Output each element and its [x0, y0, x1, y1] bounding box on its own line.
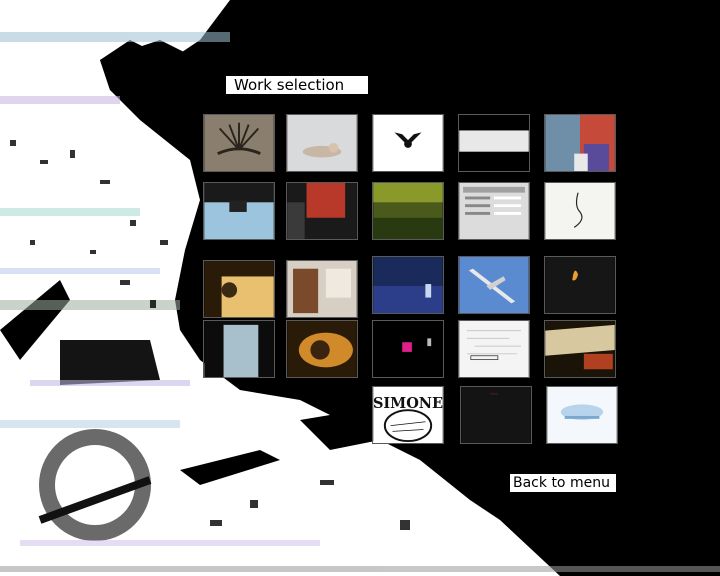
bird-silhouette-thumbnail-image: [373, 115, 443, 171]
work-thumbnail[interactable]: [286, 320, 358, 378]
sketch-figure-thumbnail-image: [545, 183, 615, 239]
night-figure-thumbnail-image: [373, 257, 443, 313]
work-thumbnail[interactable]: [372, 182, 444, 240]
colorful-building-thumbnail-image: [545, 115, 615, 171]
pink-square-thumbnail-image: [373, 321, 443, 377]
work-thumbnail[interactable]: [458, 320, 530, 378]
work-thumbnail[interactable]: [372, 256, 444, 314]
page-title: Work selection: [226, 76, 368, 94]
back-to-menu-button[interactable]: Back to menu: [510, 474, 616, 492]
work-thumbnail[interactable]: [286, 182, 358, 240]
green-wall-thumbnail-image: [373, 183, 443, 239]
work-thumbnail[interactable]: [286, 114, 358, 172]
work-thumbnail[interactable]: [544, 114, 616, 172]
work-thumbnail[interactable]: [203, 114, 275, 172]
work-thumbnail[interactable]: [372, 114, 444, 172]
red-interior-thumbnail-image: [287, 183, 357, 239]
pale-panel-thumbnail-image: [204, 321, 274, 377]
work-thumbnail[interactable]: [458, 182, 530, 240]
simone-logo-text: SIMONE: [373, 395, 443, 412]
work-thumbnail[interactable]: [544, 256, 616, 314]
software-dialog-thumbnail-image: [459, 183, 529, 239]
work-thumbnail[interactable]: [458, 114, 530, 172]
room-doorway-thumbnail-image: [287, 261, 357, 317]
maze-sketch-thumbnail-image: [459, 321, 529, 377]
baby-photo-thumbnail-image: [287, 115, 357, 171]
white-band-thumbnail-image: [459, 115, 529, 171]
flame-dark-thumbnail-image: [545, 257, 615, 313]
work-thumbnail[interactable]: [544, 320, 616, 378]
work-thumbnail[interactable]: [544, 182, 616, 240]
ornament-thumbnail-image: [204, 115, 274, 171]
work-thumbnail[interactable]: SIMONE: [372, 386, 444, 444]
work-thumbnail[interactable]: [546, 386, 618, 444]
device-on-blue-thumbnail-image: [204, 183, 274, 239]
work-thumbnail[interactable]: [203, 320, 275, 378]
dark-frame-thumbnail-image: [461, 387, 531, 443]
work-thumbnail[interactable]: [203, 260, 275, 318]
blue-cloud-logo-thumbnail-image: [547, 387, 617, 443]
airplane-thumbnail-image: [459, 257, 529, 313]
simone-logo-thumbnail-image: SIMONE: [373, 387, 443, 443]
work-thumbnail[interactable]: [203, 182, 275, 240]
work-thumbnail[interactable]: [460, 386, 532, 444]
work-thumbnail[interactable]: [286, 260, 358, 318]
glowing-lens-thumbnail-image: [287, 321, 357, 377]
work-thumbnail[interactable]: [372, 320, 444, 378]
warm-light-thumbnail-image: [204, 261, 274, 317]
work-thumbnail[interactable]: [458, 256, 530, 314]
signage-thumbnail-image: [545, 321, 615, 377]
